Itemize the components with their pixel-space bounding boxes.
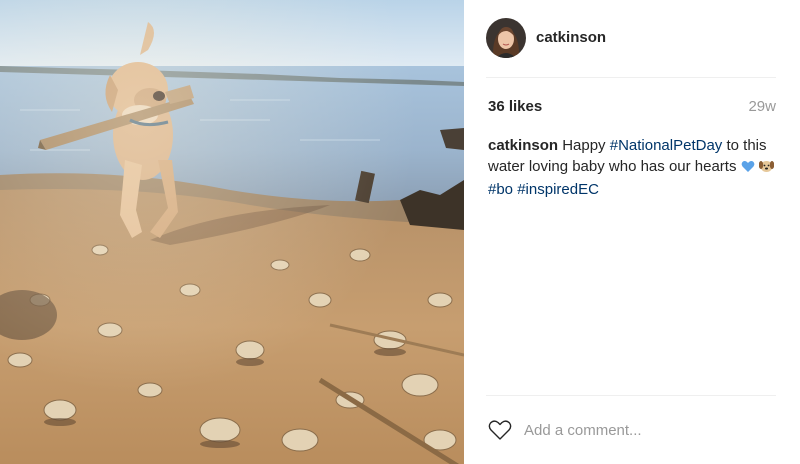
hashtag-link[interactable]: #inspiredEC xyxy=(517,181,599,198)
dog-face-emoji-icon xyxy=(758,158,775,179)
caption-text: Happy xyxy=(558,137,610,154)
divider xyxy=(486,77,776,78)
dog-on-beach-photo xyxy=(0,0,464,464)
post-timestamp[interactable]: 29w xyxy=(748,98,776,115)
instagram-post: catkinson 36 likes 29w catkinson Happy #… xyxy=(0,0,800,464)
profile-photo xyxy=(486,17,526,58)
heart-outline-icon[interactable] xyxy=(488,419,512,441)
hashtag-link[interactable]: #bo xyxy=(488,181,513,198)
post-header: catkinson xyxy=(486,17,778,58)
blue-heart-emoji-icon xyxy=(741,158,755,179)
hashtag-link[interactable]: #NationalPetDay xyxy=(610,137,723,154)
comment-row xyxy=(488,418,776,442)
likes-count[interactable]: 36 likes xyxy=(488,98,542,115)
username-link[interactable]: catkinson xyxy=(536,29,606,46)
post-photo[interactable] xyxy=(0,0,464,464)
post-caption: catkinson Happy #NationalPetDay to this … xyxy=(488,135,776,200)
caption-username[interactable]: catkinson xyxy=(488,137,558,154)
post-side-panel: catkinson 36 likes 29w catkinson Happy #… xyxy=(464,0,800,464)
comment-input[interactable] xyxy=(524,421,764,439)
likes-row: 36 likes 29w xyxy=(488,96,776,116)
divider xyxy=(486,395,776,396)
avatar[interactable] xyxy=(486,17,526,58)
